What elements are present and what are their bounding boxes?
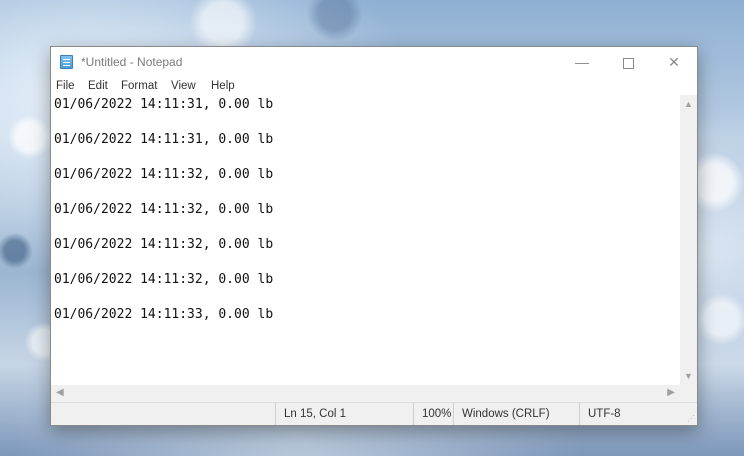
text-line: 01/06/2022 14:11:32, 0.00 lb	[54, 167, 274, 182]
chevron-left-icon[interactable]: ◀	[56, 387, 64, 398]
cursor-position: Ln 15, Col 1	[275, 403, 414, 425]
minimize-button[interactable]: —	[559, 47, 605, 77]
window-title: *Untitled - Notepad	[81, 55, 183, 69]
scrollbar-corner	[680, 385, 697, 403]
text-line: 01/06/2022 14:11:32, 0.00 lb	[54, 272, 274, 287]
encoding: UTF-8	[579, 403, 688, 425]
menu-view[interactable]: View	[171, 80, 196, 92]
minimize-icon: —	[575, 54, 589, 70]
horizontal-scrollbar[interactable]: ◀ ▶	[51, 385, 680, 403]
chevron-right-icon[interactable]: ▶	[667, 387, 675, 398]
vertical-scrollbar[interactable]: ▲ ▼	[680, 95, 697, 385]
menu-file[interactable]: File	[56, 80, 75, 92]
text-editor[interactable]: 01/06/2022 14:11:31, 0.00 lb 01/06/2022 …	[51, 95, 680, 385]
menu-format[interactable]: Format	[121, 80, 157, 92]
close-button[interactable]: ✕	[651, 47, 697, 77]
menu-help[interactable]: Help	[211, 80, 235, 92]
title-bar[interactable]: *Untitled - Notepad — ✕	[51, 47, 697, 77]
chevron-up-icon[interactable]: ▲	[680, 99, 697, 109]
status-bar: Ln 15, Col 1 100% Windows (CRLF) UTF-8 ⋰	[51, 402, 697, 425]
notepad-icon	[60, 55, 73, 69]
close-icon: ✕	[668, 54, 680, 70]
text-line: 01/06/2022 14:11:32, 0.00 lb	[54, 237, 274, 252]
maximize-button[interactable]	[605, 47, 651, 77]
text-line: 01/06/2022 14:11:33, 0.00 lb	[54, 307, 274, 322]
zoom-level: 100%	[413, 403, 454, 425]
menu-edit[interactable]: Edit	[88, 80, 108, 92]
text-line: 01/06/2022 14:11:31, 0.00 lb	[54, 132, 274, 147]
text-line: 01/06/2022 14:11:32, 0.00 lb	[54, 202, 274, 217]
chevron-down-icon[interactable]: ▼	[680, 371, 697, 381]
menu-bar: File Edit Format View Help	[51, 77, 697, 95]
maximize-icon	[622, 57, 634, 69]
line-ending: Windows (CRLF)	[453, 403, 572, 425]
text-line: 01/06/2022 14:11:31, 0.00 lb	[54, 97, 274, 112]
resize-grip-icon[interactable]: ⋰	[687, 414, 695, 423]
notepad-window: *Untitled - Notepad — ✕ File Edit Format…	[50, 46, 698, 426]
